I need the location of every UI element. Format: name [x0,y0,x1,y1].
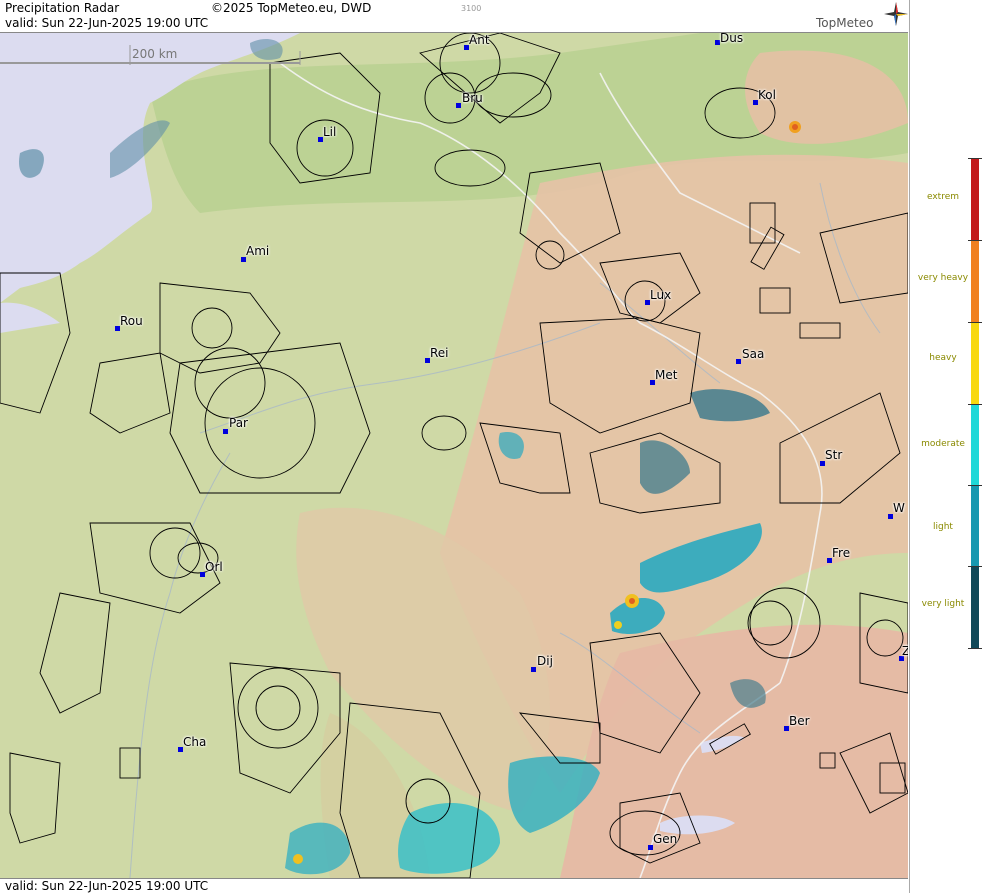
city-bru: Bru [462,91,483,105]
city-orl: Orl [205,560,223,574]
city-marker-par [223,429,228,434]
header-code: 3100 [461,4,482,13]
city-str: Str [825,448,843,462]
valid-time: valid: Sun 22-Jun-2025 19:00 UTC [5,16,209,30]
map-title: Precipitation Radar [5,1,120,15]
city-dij: Dij [537,654,553,668]
city-fre: Fre [832,546,851,560]
city-marker-bru [456,103,461,108]
city-lux: Lux [650,288,672,302]
legend-tick [968,485,982,486]
city-lil: Lil [323,125,337,139]
city-kol: Kol [758,88,776,102]
map-canvas [0,33,908,878]
legend-label-very-heavy: very heavy [917,273,969,283]
city-met: Met [655,368,678,382]
compass-star-icon [884,2,908,26]
map-footer: valid: Sun 22-Jun-2025 19:00 UTC [0,878,908,894]
legend-label-moderate: moderate [921,439,965,449]
city-marker-dij [531,667,536,672]
legend-tick [968,322,982,323]
legend-label-light: light [933,522,953,532]
map-header: Precipitation Radar ©2025 TopMeteo.eu, D… [0,0,908,33]
legend-tick [968,566,982,567]
city-saa: Saa [742,347,765,361]
legend-bar-heavy [971,322,979,404]
scale-label: 200 km [132,47,178,61]
legend-tick [968,240,982,241]
city-z: Z [902,644,908,658]
legend-tick [968,158,982,159]
legend-label-heavy: heavy [929,353,957,363]
footer-valid-time: valid: Sun 22-Jun-2025 19:00 UTC [5,879,209,893]
copyright-text: ©2025 TopMeteo.eu, DWD [211,1,372,15]
topmeteo-logo: TopMeteo [816,2,908,32]
legend-label-very-light: very light [921,599,965,609]
city-rei: Rei [430,346,449,360]
logo-text: TopMeteo [816,16,874,30]
city-w: W [893,501,905,515]
city-marker-saa [736,359,741,364]
city-par: Par [229,416,248,430]
city-dus: Dus [720,33,744,45]
precip-legend: extrem very heavy heavy moderate light v… [909,0,1000,893]
city-rou: Rou [120,314,143,328]
city-ant: Ant [469,33,490,47]
city-gen: Gen [653,832,678,846]
legend-tick [968,404,982,405]
city-ami: Ami [246,244,270,258]
legend-label-extrem: extrem [926,192,960,202]
city-ber: Ber [789,714,810,728]
city-cha: Cha [183,735,207,749]
radar-map[interactable]: 200 km Ant Dus Bru Kol Lil Ami Lux Rou R… [0,33,908,878]
legend-tick [968,648,982,649]
